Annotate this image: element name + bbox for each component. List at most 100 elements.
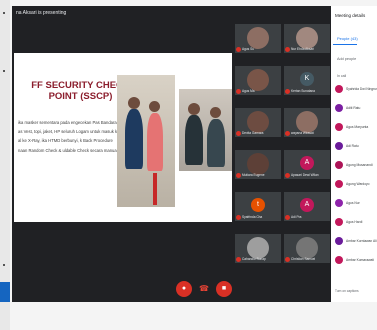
edge-mark (3, 264, 5, 266)
presenting-banner: na Aksari is presenting (16, 10, 67, 16)
captions-button[interactable]: Turn on captions (335, 289, 359, 293)
participant-tile[interactable]: Devita Gamara (235, 108, 281, 137)
participant-name: Kertan Sunatana (291, 89, 315, 93)
call-controls: ● ☎ ■ (12, 278, 377, 302)
participant-tile[interactable]: A Adi Pra (284, 192, 330, 221)
participant-tile[interactable]: t Syafrinda Cha (235, 192, 281, 221)
add-people-button[interactable]: Add people (337, 57, 356, 61)
list-item[interactable]: Adi Ratu (335, 141, 377, 151)
participant-video (247, 69, 269, 91)
mic-muted-icon (236, 89, 241, 94)
participant-name: Mutiara Eugene (242, 173, 265, 177)
passenger-figure (147, 113, 163, 171)
participant-video (296, 111, 318, 133)
mic-muted-icon (236, 215, 241, 220)
participant-tile[interactable]: Christian Samuel (284, 234, 330, 263)
participant-avatar: A (300, 198, 314, 212)
slide-bullet: naan Random Check & uldable Check secara… (18, 147, 125, 153)
avatar (335, 237, 343, 245)
list-item[interactable]: Agus Hardi (335, 217, 377, 227)
avatar (335, 142, 343, 150)
participant-name: Cahandio Sunap (242, 257, 266, 261)
hangup-icon[interactable]: ☎ (196, 281, 212, 297)
mic-muted-icon (285, 89, 290, 94)
participant-avatar: t (251, 198, 265, 212)
list-item[interactable]: Agus Nur (335, 198, 377, 208)
avatar (335, 256, 343, 264)
participant-avatar: K (300, 72, 314, 86)
participant-tile[interactable]: Nur Ehda Aksari (284, 24, 330, 53)
mic-muted-icon (236, 47, 241, 52)
participant-tile[interactable]: Cahandio Sunap (235, 234, 281, 263)
person-name: Ambar Kurniawan Ali (346, 239, 377, 243)
passenger-figure (207, 119, 225, 167)
participant-tile[interactable]: A Apasari Dewi Wilan (284, 150, 330, 179)
participant-video (247, 237, 269, 259)
slide-bullet: as Vest, topi, jaket, HP seluruh Logam u… (18, 129, 130, 135)
participant-name: Adi Pra (291, 215, 302, 219)
avatar (335, 180, 343, 188)
camera-off-icon[interactable]: ■ (216, 281, 232, 297)
mic-muted-icon (285, 131, 290, 136)
passenger-head (149, 101, 160, 112)
in-call-section-label: In call (337, 74, 347, 78)
participant-tile[interactable]: Mutiara Eugene (235, 150, 281, 179)
participant-name: wayana Wirasat (291, 131, 314, 135)
person-name: Syahrida Dwi Ningrum (346, 87, 377, 91)
list-item[interactable]: Ambar Kumarawati (335, 255, 377, 265)
participant-name: Syafrinda Cha (242, 215, 263, 219)
officer-head (188, 103, 200, 115)
person-name: Agus Hardi (346, 220, 363, 224)
participant-video (296, 237, 318, 259)
participant-tile[interactable]: Agus Su (235, 24, 281, 53)
tab-underline (333, 44, 357, 45)
officer-figure (125, 109, 143, 169)
panel-title: Meeting details (335, 13, 366, 18)
list-item[interactable]: Agus Maryunta (335, 122, 377, 132)
avatar (335, 199, 343, 207)
slide-bullet: ika masker sementara pada engecekan Pas … (18, 120, 117, 125)
person-name: Aditi Ratu (346, 106, 361, 110)
person-name: Agus Nur (346, 201, 360, 205)
participant-video (247, 111, 269, 133)
participant-name: Devita Gamara (242, 131, 264, 135)
avatar (335, 161, 343, 169)
presented-slide: FF SECURITY CHECK POINT (SSCP) ” ika mas… (14, 53, 232, 222)
mic-muted-icon (285, 257, 290, 262)
list-item[interactable]: Agung Wardoyo (335, 179, 377, 189)
tab-people[interactable]: People (43) (337, 36, 358, 41)
participant-grid: Agus Su Nur Ehda Aksari Agus Ma K Kertan Sun… (235, 24, 331, 276)
list-item[interactable]: Ambar Kurniawan Ali (335, 236, 377, 246)
person-name: Ambar Kumarawati (346, 258, 375, 262)
participant-name: Agus Su (242, 47, 255, 51)
participant-tile[interactable]: wayana Wirasat (284, 108, 330, 137)
slide-bullets: ika masker sementara pada engecekan Pas … (18, 120, 133, 157)
avatar (335, 218, 343, 226)
person-name: Agus Maryunta (346, 125, 369, 129)
passenger-head (210, 107, 221, 118)
mic-muted-icon (236, 257, 241, 262)
list-item[interactable]: Agung Musanandi (335, 160, 377, 170)
participant-avatar: A (300, 156, 314, 170)
participant-video (296, 27, 318, 49)
participant-tile[interactable]: K Kertan Sunatana (284, 66, 330, 95)
meet-window: na Aksari is presenting FF SECURITY CHEC… (12, 6, 377, 302)
participant-tile[interactable]: Agus Ma (235, 66, 281, 95)
participant-name: Nur Ehda Aksari (291, 47, 315, 51)
mic-muted-icon (285, 173, 290, 178)
person-name: Adi Ratu (346, 144, 359, 148)
officer-head (128, 97, 140, 109)
avatar (335, 123, 343, 131)
list-item[interactable]: Aditi Ratu (335, 103, 377, 113)
person-name: Agung Musanandi (346, 163, 373, 167)
slide-bullet: al ke X-Ray, ika HTMD berbunyi, k Back P… (18, 138, 113, 144)
slide-photo-screening (117, 75, 175, 207)
edge-mark (3, 12, 5, 14)
list-item[interactable]: Syahrida Dwi Ningrum (335, 84, 377, 94)
mic-off-icon[interactable]: ● (176, 281, 192, 297)
mic-muted-icon (285, 47, 290, 52)
photo-frame: na Aksari is presenting FF SECURITY CHEC… (0, 0, 377, 330)
slide-photo-checkpoint (179, 89, 232, 171)
participant-video (247, 153, 269, 175)
officer-figure (185, 115, 203, 165)
